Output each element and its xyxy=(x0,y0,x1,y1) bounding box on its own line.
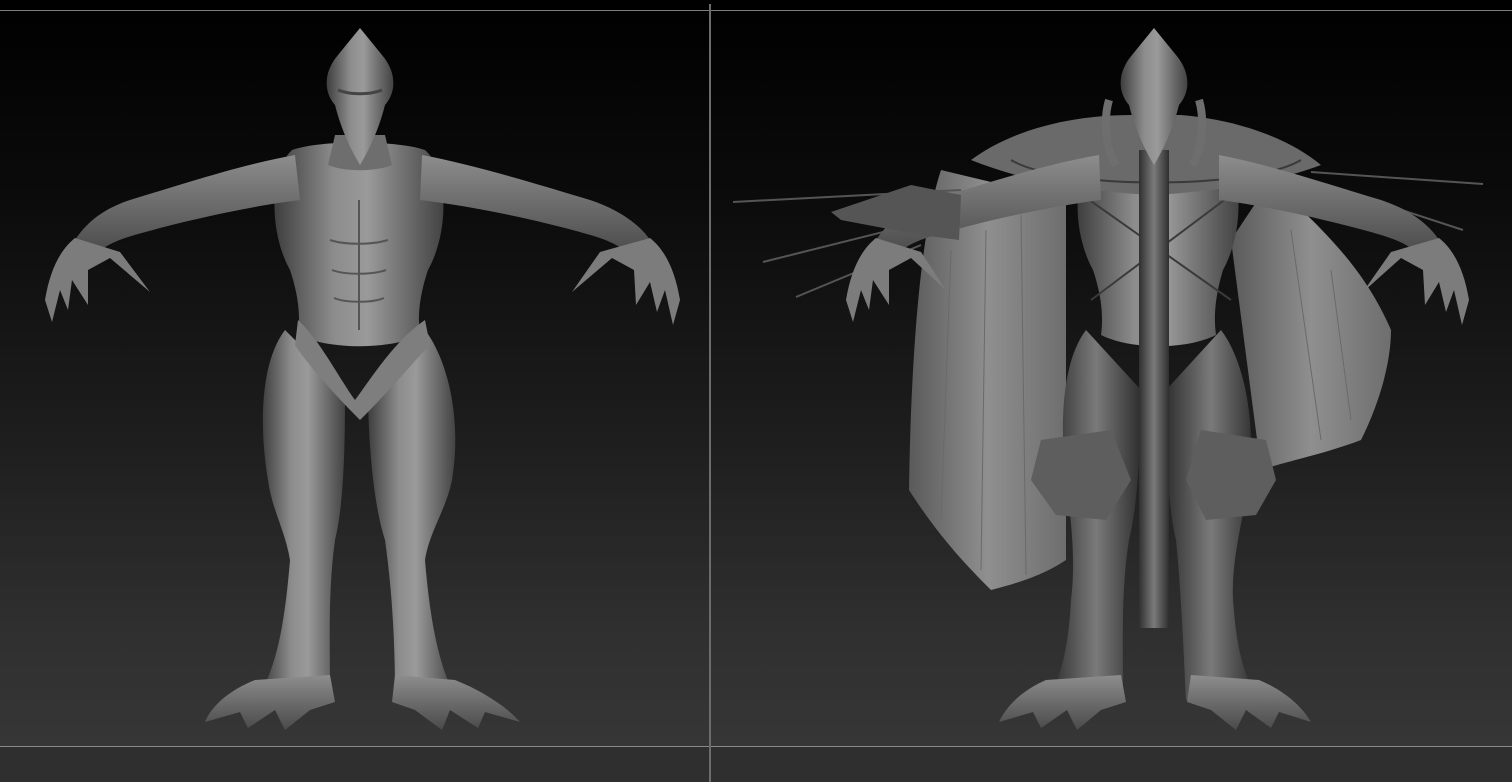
viewport-left[interactable] xyxy=(0,0,709,782)
right-arm xyxy=(420,155,650,255)
right-foot xyxy=(1187,675,1311,730)
viewport-right[interactable] xyxy=(711,0,1512,782)
viewport-status-strip xyxy=(711,747,1512,782)
viewport-status-strip xyxy=(0,747,709,782)
left-foot xyxy=(999,675,1126,730)
sculpt-model-body[interactable] xyxy=(0,0,709,782)
right-foot xyxy=(392,675,520,730)
sculpt-model-armored[interactable] xyxy=(711,0,1512,782)
right-hand xyxy=(572,238,680,325)
left-hand xyxy=(45,238,150,322)
left-arm xyxy=(75,155,300,255)
left-foot xyxy=(205,675,335,730)
right-knee-guard xyxy=(1186,430,1276,520)
staff xyxy=(1139,150,1169,628)
